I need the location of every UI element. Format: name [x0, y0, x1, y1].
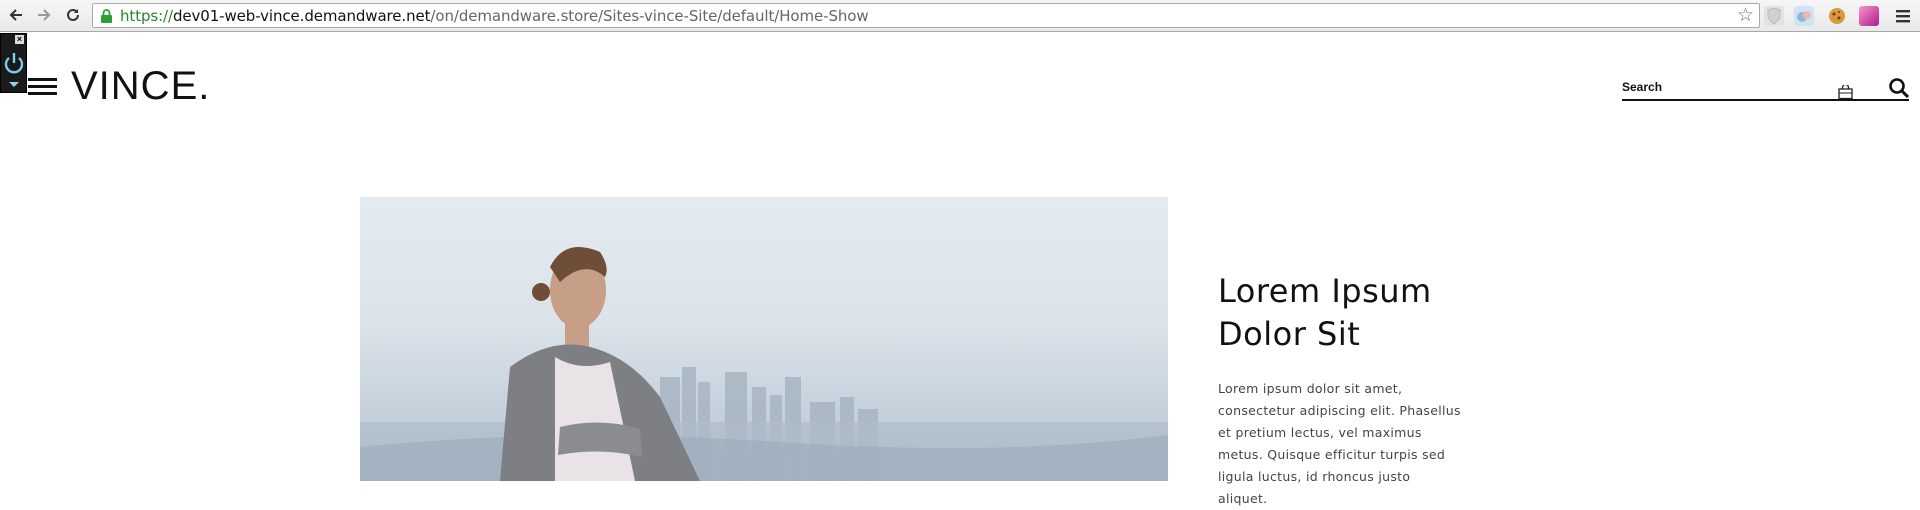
hamburger-menu-icon[interactable] [28, 78, 57, 96]
forward-icon[interactable] [33, 4, 55, 26]
browser-toolbar: https://dev01-web-vince.demandware.net/o… [0, 0, 1920, 32]
bookmark-star-icon[interactable]: ☆ [1737, 6, 1754, 25]
hero-body-text: Lorem ipsum dolor sit amet, consectetur … [1218, 381, 1461, 506]
chevron-down-icon[interactable] [9, 82, 19, 87]
reload-icon[interactable] [62, 4, 84, 26]
search-input[interactable] [1622, 77, 1852, 97]
back-icon[interactable] [5, 4, 27, 26]
address-bar[interactable]: https://dev01-web-vince.demandware.net/o… [92, 3, 1760, 28]
cookie-extension-icon[interactable] [1827, 6, 1847, 26]
url-text: https://dev01-web-vince.demandware.net/o… [120, 7, 869, 25]
shield-extension-icon[interactable] [1764, 6, 1784, 26]
cloud-extension-icon[interactable] [1794, 6, 1814, 26]
hero-image [360, 197, 1168, 481]
power-icon[interactable] [3, 50, 25, 81]
power-overlay[interactable]: × [0, 33, 27, 93]
gradient-extension-icon[interactable] [1859, 6, 1879, 26]
shopping-bag-icon[interactable] [1838, 83, 1853, 104]
secure-lock-icon [100, 9, 113, 28]
search-bar [1622, 77, 1909, 101]
hero-title: Lorem Ipsum Dolor Sit [1218, 272, 1432, 353]
chrome-menu-icon[interactable] [1893, 6, 1913, 26]
search-icon[interactable] [1888, 77, 1910, 104]
close-icon[interactable]: × [15, 35, 24, 44]
site-logo[interactable]: VINCE. [71, 63, 210, 109]
